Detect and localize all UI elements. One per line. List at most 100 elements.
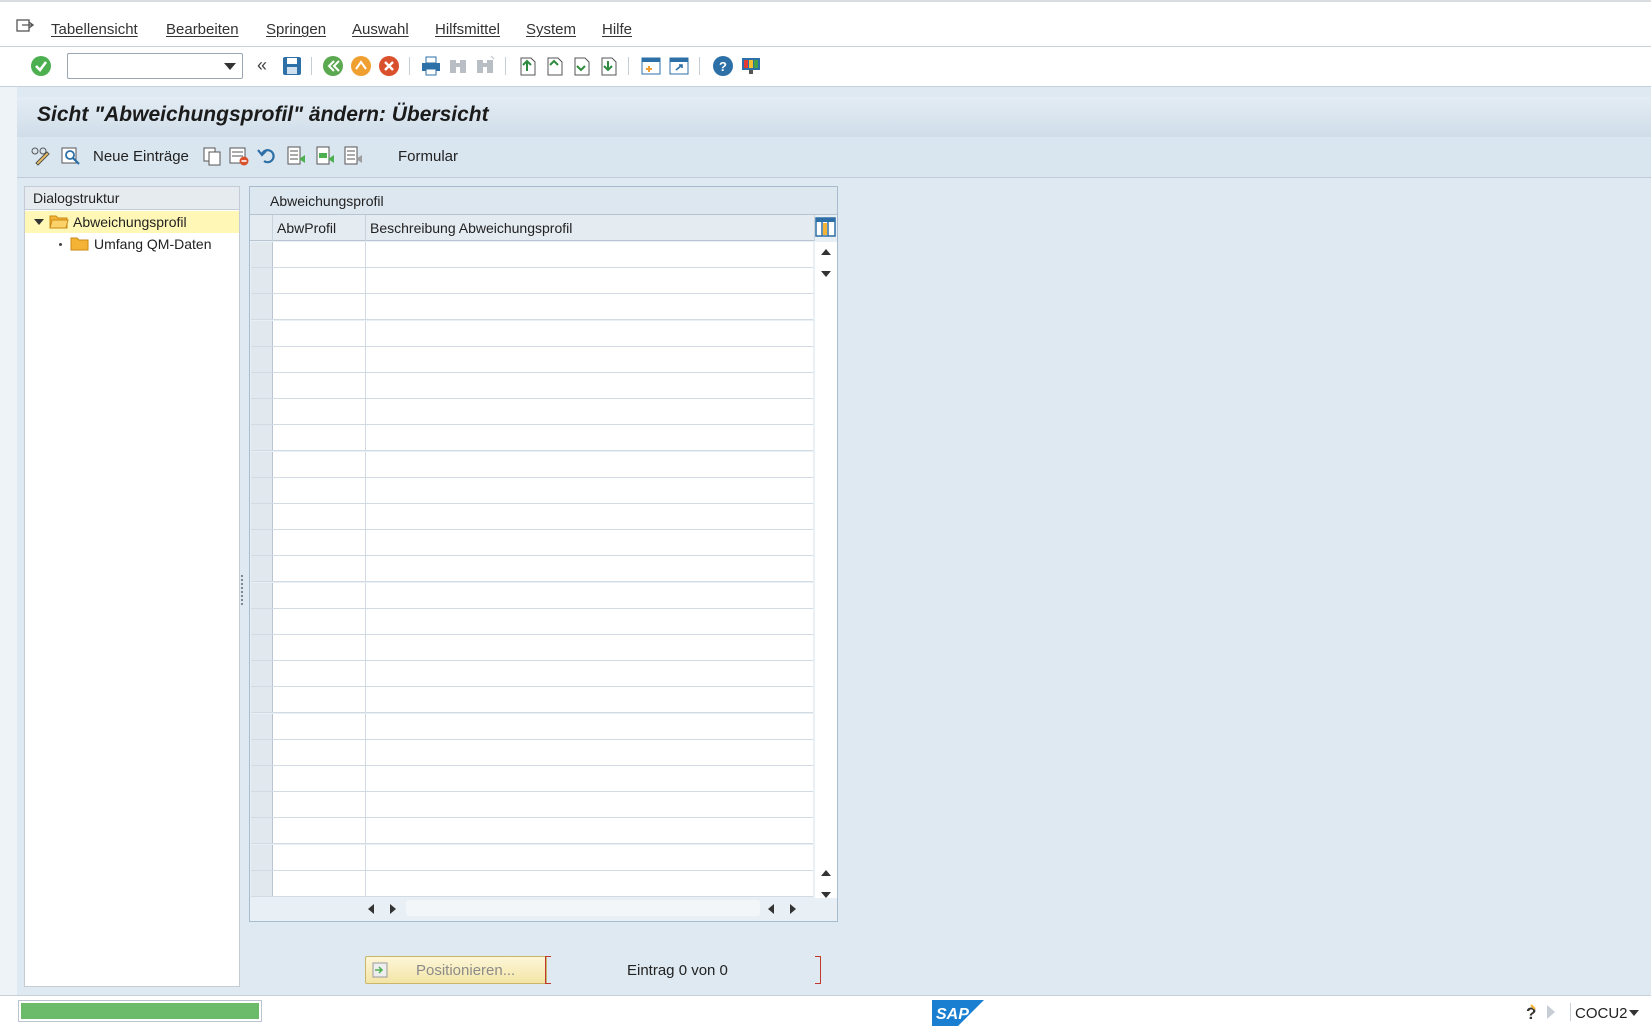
vertical-scrollbar[interactable] [815, 242, 837, 898]
table-row[interactable] [251, 870, 813, 897]
column-header-abwprofil[interactable]: AbwProfil [273, 215, 366, 241]
row-selector[interactable] [251, 844, 273, 870]
table-row[interactable] [251, 320, 813, 347]
delete-icon[interactable] [228, 145, 250, 167]
shortcut-icon[interactable] [668, 55, 690, 77]
select-all-icon[interactable] [285, 145, 307, 167]
table-row[interactable] [251, 687, 813, 714]
cell-abwprofil[interactable] [273, 635, 366, 660]
table-row[interactable] [251, 739, 813, 766]
row-selector[interactable] [251, 294, 273, 320]
table-row[interactable] [251, 268, 813, 295]
expand-triangle-icon[interactable] [34, 219, 44, 225]
table-row[interactable] [251, 713, 813, 740]
deselect-all-icon[interactable] [342, 145, 364, 167]
row-selector[interactable] [251, 713, 273, 739]
cell-abwprofil[interactable] [273, 399, 366, 425]
scroll-left-icon[interactable] [768, 904, 774, 914]
command-field[interactable] [67, 53, 243, 79]
table-row[interactable] [251, 504, 813, 530]
status-expand-icon[interactable] [1547, 1005, 1555, 1019]
cell-abwprofil[interactable] [273, 268, 366, 294]
table-settings-icon[interactable] [815, 216, 836, 238]
scroll-page-up-icon[interactable] [821, 870, 831, 876]
row-selector[interactable] [251, 792, 273, 818]
display-change-icon[interactable] [30, 145, 52, 167]
chevron-down-icon[interactable] [224, 63, 236, 70]
row-selector[interactable] [251, 504, 273, 529]
row-selector[interactable] [251, 766, 273, 791]
row-selector[interactable] [251, 477, 273, 503]
cell-abwprofil[interactable] [273, 687, 366, 713]
help-question-icon[interactable]: ? [1524, 1003, 1538, 1023]
table-row[interactable] [251, 635, 813, 661]
cell-abwprofil[interactable] [273, 320, 366, 346]
help-icon[interactable]: ? [712, 55, 734, 77]
row-selector[interactable] [251, 582, 273, 608]
row-selector[interactable] [251, 687, 273, 713]
row-selector[interactable] [251, 242, 273, 267]
row-selector[interactable] [251, 530, 273, 556]
row-selector[interactable] [251, 870, 273, 896]
copy-as-icon[interactable] [201, 145, 223, 167]
cell-abwprofil[interactable] [273, 556, 366, 582]
first-page-icon[interactable] [516, 55, 538, 77]
details-icon[interactable] [60, 145, 82, 167]
undo-icon[interactable] [256, 145, 278, 167]
row-selector[interactable] [251, 268, 273, 294]
back-icon[interactable] [322, 55, 344, 77]
scroll-right-icon[interactable] [790, 904, 796, 914]
horizontal-scrollbar[interactable] [362, 898, 812, 920]
table-row[interactable] [251, 425, 813, 452]
table-row[interactable] [251, 766, 813, 792]
print-icon[interactable] [420, 55, 442, 77]
cell-abwprofil[interactable] [273, 818, 366, 844]
cell-abwprofil[interactable] [273, 425, 366, 451]
cell-abwprofil[interactable] [273, 504, 366, 529]
scroll-down-icon[interactable] [821, 271, 831, 277]
find-next-icon[interactable] [474, 55, 496, 77]
row-selector[interactable] [251, 635, 273, 660]
scroll-page-down-icon[interactable] [821, 892, 831, 898]
create-session-icon[interactable] [640, 55, 662, 77]
select-block-icon[interactable] [314, 145, 336, 167]
position-button[interactable]: Positionieren... [365, 956, 547, 984]
row-selector[interactable] [251, 346, 273, 372]
row-selector[interactable] [251, 556, 273, 582]
row-selector[interactable] [251, 451, 273, 477]
scroll-left-icon[interactable] [368, 904, 374, 914]
horizontal-scroll-track[interactable] [406, 900, 760, 916]
cell-abwprofil[interactable] [273, 451, 366, 477]
menu-auswahl[interactable]: Auswahl [352, 21, 409, 38]
cell-abwprofil[interactable] [273, 608, 366, 634]
previous-page-icon[interactable] [543, 55, 565, 77]
table-row[interactable] [251, 530, 813, 557]
scroll-up-icon[interactable] [821, 249, 831, 255]
row-selector[interactable] [251, 320, 273, 346]
table-row[interactable] [251, 556, 813, 583]
tree-item-umfang-qm-daten[interactable]: Umfang QM-Daten [25, 233, 239, 255]
menu-bearbeiten[interactable]: Bearbeiten [166, 21, 239, 38]
menu-icon[interactable] [16, 18, 34, 34]
table-row[interactable] [251, 818, 813, 845]
table-row[interactable] [251, 373, 813, 399]
cell-abwprofil[interactable] [273, 294, 366, 320]
row-selector[interactable] [251, 661, 273, 687]
scroll-right-icon[interactable] [390, 904, 396, 914]
select-all-column-header[interactable] [250, 215, 273, 241]
cell-abwprofil[interactable] [273, 242, 366, 267]
row-selector[interactable] [251, 399, 273, 425]
exit-icon[interactable] [350, 55, 372, 77]
menu-springen[interactable]: Springen [266, 21, 326, 38]
table-row[interactable] [251, 844, 813, 871]
cell-abwprofil[interactable] [273, 477, 366, 503]
row-selector[interactable] [251, 425, 273, 451]
enter-check-icon[interactable] [30, 55, 52, 77]
table-row[interactable] [251, 608, 813, 635]
table-row[interactable] [251, 582, 813, 609]
table-row[interactable] [251, 792, 813, 819]
pane-splitter[interactable] [240, 573, 244, 609]
cell-abwprofil[interactable] [273, 766, 366, 791]
system-dropdown-icon[interactable] [1629, 1010, 1639, 1016]
table-row[interactable] [251, 346, 813, 373]
